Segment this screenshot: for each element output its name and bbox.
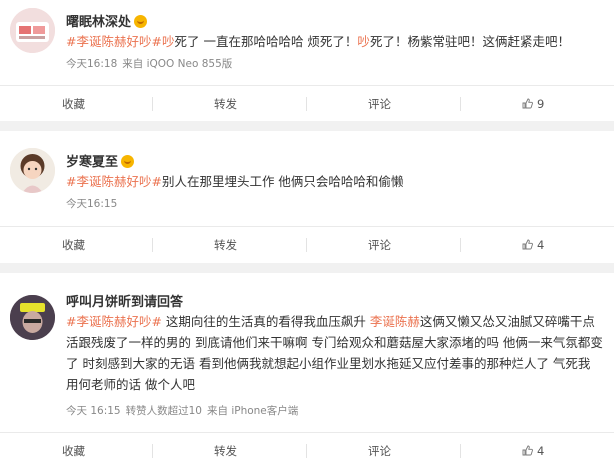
repost-count-note: 转赞人数超过10 bbox=[125, 405, 202, 417]
divider bbox=[306, 97, 307, 111]
hashtag-link[interactable]: #李诞陈赫好吵# bbox=[66, 314, 162, 329]
weibo-post: 岁寒夏至 #李诞陈赫好吵#别人在那里埋头工作 他俩只会哈哈哈和偷懒 今天16:1… bbox=[0, 131, 614, 263]
keyword-highlight: 吵 bbox=[161, 34, 175, 49]
divider bbox=[152, 97, 153, 111]
divider bbox=[306, 238, 307, 252]
avatar[interactable] bbox=[10, 295, 55, 340]
collect-button[interactable]: 收藏 bbox=[62, 433, 85, 463]
username-text[interactable]: 呼叫月饼昕到请回答 bbox=[66, 295, 183, 310]
post-meta: 今天16:15 bbox=[66, 196, 122, 211]
vip-badge-icon bbox=[121, 155, 135, 168]
divider bbox=[152, 444, 153, 458]
username[interactable]: 岁寒夏至 bbox=[66, 151, 135, 170]
divider bbox=[152, 238, 153, 252]
action-bar: 收藏 转发 评论 4 bbox=[0, 226, 614, 262]
weibo-post: 呼叫月饼昕到请回答 #李诞陈赫好吵# 这期向往的生活真的看得我血压飙升 李诞陈赫… bbox=[0, 273, 614, 463]
repost-button[interactable]: 转发 bbox=[214, 433, 237, 463]
action-bar: 收藏 转发 评论 4 bbox=[0, 432, 614, 463]
post-text: #李诞陈赫好吵#别人在那里埋头工作 他俩只会哈哈哈和偷懒 bbox=[66, 171, 606, 192]
hashtag-link[interactable]: #李诞陈赫好吵# bbox=[66, 34, 162, 49]
avatar-image bbox=[10, 8, 55, 53]
vip-badge-icon bbox=[134, 15, 148, 28]
mention-link[interactable]: 李诞陈赫 bbox=[370, 314, 420, 329]
divider bbox=[460, 444, 461, 458]
like-button[interactable]: 4 bbox=[522, 433, 544, 463]
post-meta: 今天 16:15 转赞人数超过10 来自 iPhone客户端 bbox=[66, 403, 303, 418]
thumbs-up-icon bbox=[522, 239, 533, 250]
divider bbox=[306, 444, 307, 458]
comment-button[interactable]: 评论 bbox=[368, 227, 391, 263]
repost-button[interactable]: 转发 bbox=[214, 227, 237, 263]
avatar-image bbox=[10, 148, 55, 193]
divider bbox=[460, 97, 461, 111]
like-count: 9 bbox=[537, 97, 545, 111]
username[interactable]: 呼叫月饼昕到请回答 bbox=[66, 291, 183, 310]
collect-button[interactable]: 收藏 bbox=[62, 227, 85, 263]
like-count: 4 bbox=[537, 238, 545, 252]
post-time[interactable]: 今天16:18 bbox=[66, 58, 117, 70]
post-separator bbox=[0, 121, 614, 131]
text-segment: 别人在那里埋头工作 他俩只会哈哈哈和偷懒 bbox=[161, 174, 404, 189]
post-separator bbox=[0, 263, 614, 273]
username-text[interactable]: 岁寒夏至 bbox=[66, 155, 118, 170]
post-meta: 今天16:18 来自 iQOO Neo 855版 bbox=[66, 56, 237, 71]
text-segment: 这期向往的生活真的看得我血压飙升 bbox=[161, 314, 370, 329]
action-bar: 收藏 转发 评论 9 bbox=[0, 85, 614, 121]
post-time[interactable]: 今天 16:15 bbox=[66, 405, 121, 417]
username-text[interactable]: 曙眠林深处 bbox=[66, 15, 131, 30]
collect-button[interactable]: 收藏 bbox=[62, 86, 85, 122]
repost-button[interactable]: 转发 bbox=[214, 86, 237, 122]
avatar-image bbox=[10, 295, 55, 340]
avatar[interactable] bbox=[10, 148, 55, 193]
avatar[interactable] bbox=[10, 8, 55, 53]
post-time[interactable]: 今天16:15 bbox=[66, 198, 117, 210]
keyword-highlight: 吵 bbox=[357, 34, 370, 49]
hashtag-link[interactable]: #李诞陈赫好吵# bbox=[66, 174, 162, 189]
thumbs-up-icon bbox=[522, 445, 533, 456]
divider bbox=[460, 238, 461, 252]
thumbs-up-icon bbox=[522, 98, 533, 109]
post-text: #李诞陈赫好吵# 这期向往的生活真的看得我血压飙升 李诞陈赫这俩又懒又怂又油腻又… bbox=[66, 311, 606, 395]
like-count: 4 bbox=[537, 444, 545, 458]
comment-button[interactable]: 评论 bbox=[368, 433, 391, 463]
comment-button[interactable]: 评论 bbox=[368, 86, 391, 122]
text-segment: 死了！杨紫常驻吧！这俩赶紧走吧！ bbox=[369, 34, 570, 49]
post-source: 来自 iPhone客户端 bbox=[206, 405, 299, 417]
username[interactable]: 曙眠林深处 bbox=[66, 11, 148, 30]
like-button[interactable]: 9 bbox=[522, 86, 544, 122]
like-button[interactable]: 4 bbox=[522, 227, 544, 263]
post-text: #李诞陈赫好吵#吵死了 一直在那哈哈哈哈 烦死了！吵死了！杨紫常驻吧！这俩赶紧走… bbox=[66, 31, 606, 52]
weibo-post: 曙眠林深处 #李诞陈赫好吵#吵死了 一直在那哈哈哈哈 烦死了！吵死了！杨紫常驻吧… bbox=[0, 0, 614, 120]
text-segment: 死了 一直在那哈哈哈哈 烦死了！ bbox=[174, 34, 358, 49]
post-source: 来自 iQOO Neo 855版 bbox=[122, 58, 233, 70]
